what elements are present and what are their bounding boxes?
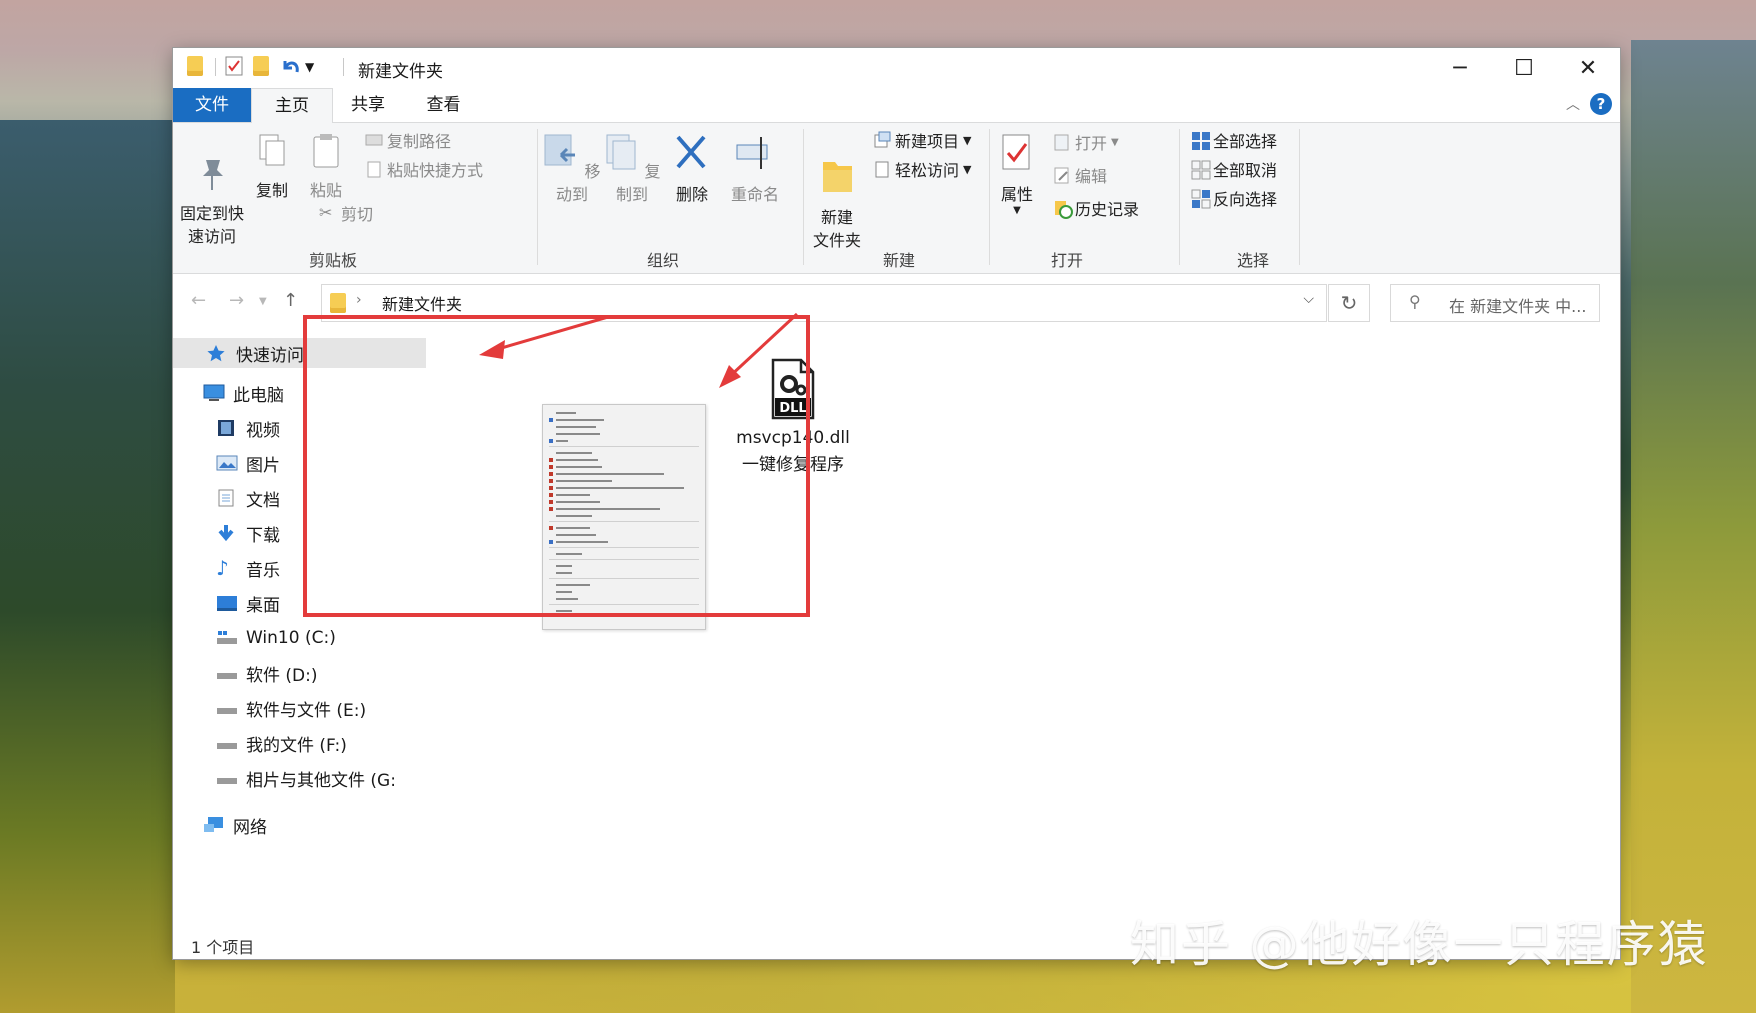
- item-count: 1 个项目: [191, 938, 255, 957]
- file-explorer-window: ▼ 新建文件夹 ─ ☐ ✕ 文件 主页 共享 查看 ︿ ? 固定到快 速访问 复…: [173, 48, 1620, 959]
- watermark: 知乎 @他好像一只程序猿: [1130, 916, 1709, 973]
- arrow-head-left-icon: [479, 340, 505, 359]
- annotation-arrows: [479, 312, 799, 388]
